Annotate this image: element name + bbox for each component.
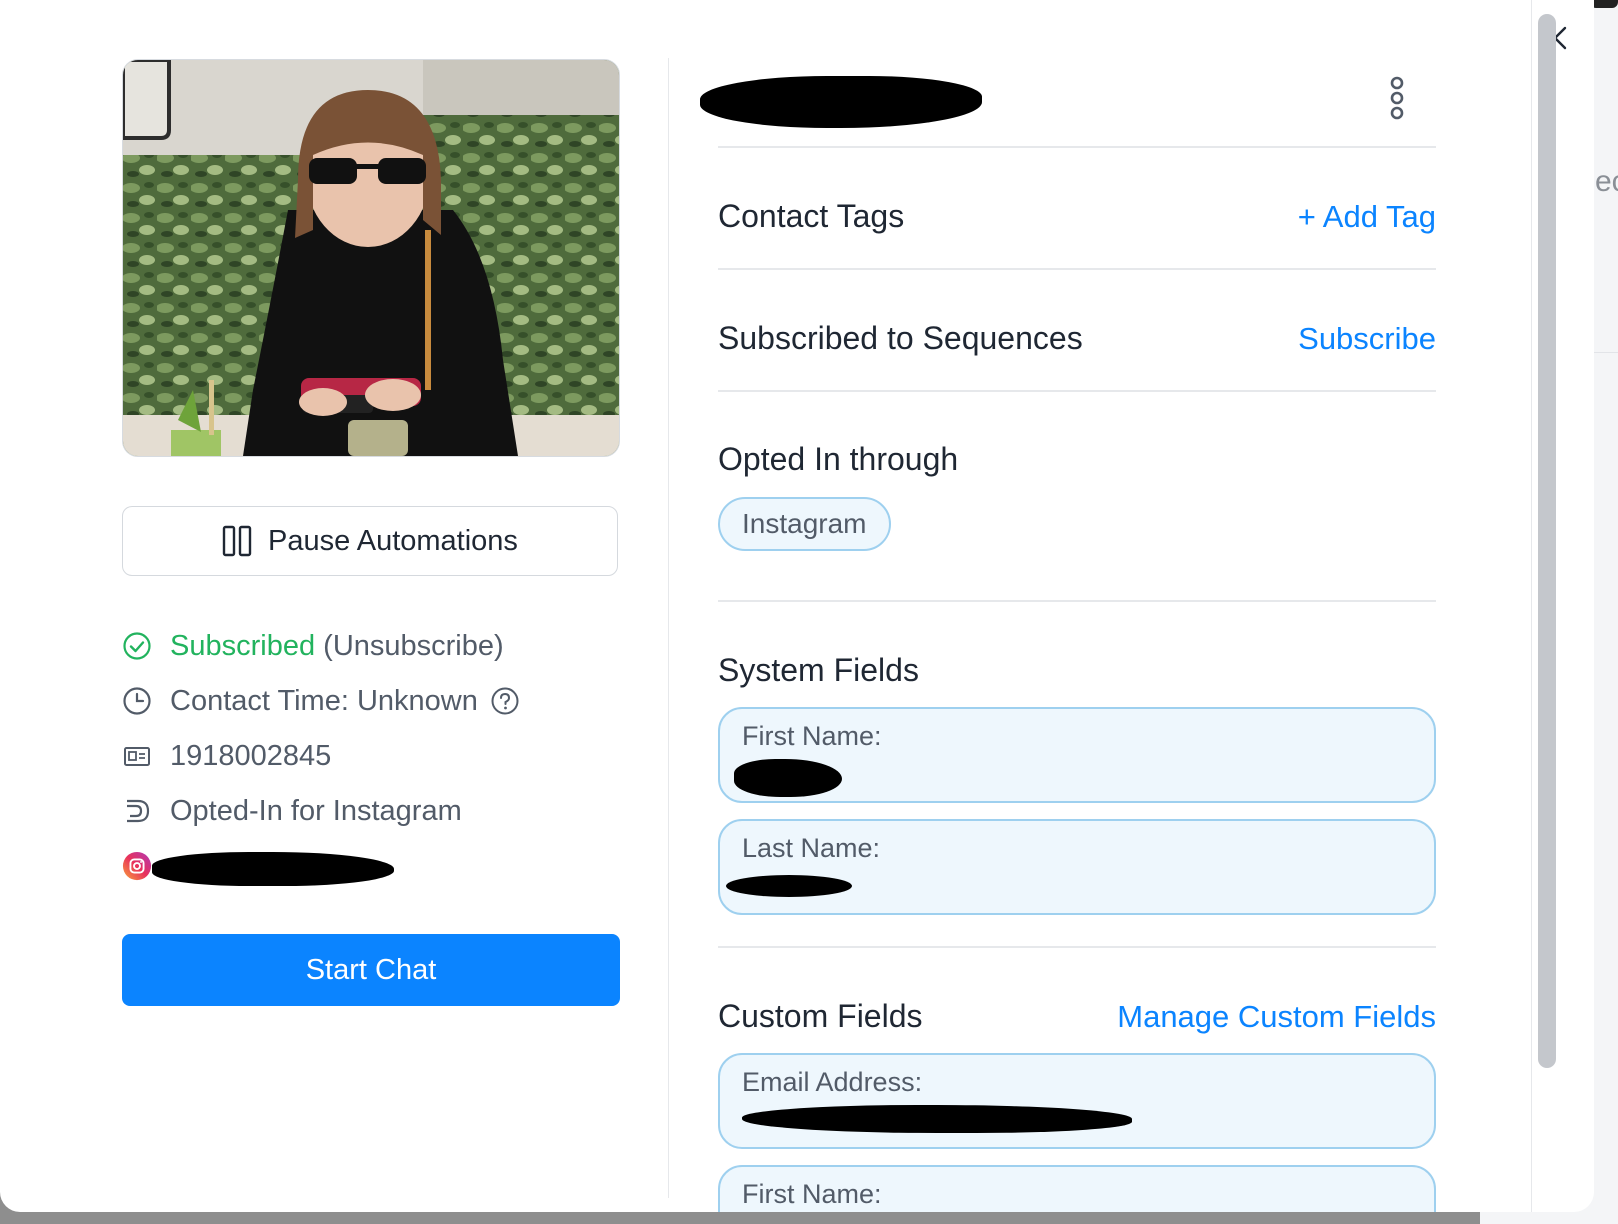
redaction-mark <box>742 1105 1132 1133</box>
field-label: First Name: <box>742 721 882 751</box>
opt-in-icon <box>122 796 152 826</box>
sequences-title: Subscribed to Sequences <box>718 320 1083 356</box>
field-label: Email Address: <box>742 1067 923 1097</box>
divider <box>718 146 1436 148</box>
profile-photo <box>122 59 620 457</box>
contact-time-label: Contact Time: Unknown <box>170 684 478 717</box>
help-icon[interactable] <box>490 686 520 716</box>
contact-time-row: Contact Time: Unknown <box>122 681 520 721</box>
id-card-icon <box>122 741 152 771</box>
system-last-name-field[interactable]: Last Name: <box>718 819 1436 915</box>
field-label: First Name: <box>742 1179 882 1209</box>
divider <box>718 600 1436 602</box>
clock-icon <box>122 686 152 716</box>
custom-fields-title: Custom Fields <box>718 998 923 1034</box>
instagram-icon <box>122 851 152 881</box>
background-text: ec <box>1595 165 1618 198</box>
contact-tags-title: Contact Tags <box>718 198 905 234</box>
divider <box>718 946 1436 948</box>
column-divider <box>668 58 669 1198</box>
subscribe-link[interactable]: Subscribe <box>1236 321 1436 357</box>
start-chat-label: Start Chat <box>305 953 437 986</box>
field-label: Last Name: <box>742 833 881 863</box>
divider <box>718 268 1436 270</box>
check-circle-icon <box>122 631 152 661</box>
subscription-status-row: Subscribed (Unsubscribe) <box>122 626 504 666</box>
scrollbar-thumb[interactable] <box>1538 14 1556 1068</box>
background-element <box>1590 0 1618 8</box>
pause-icon <box>222 525 252 557</box>
system-fields-title: System Fields <box>718 652 919 688</box>
contact-name-redacted <box>700 76 982 128</box>
custom-first-name-field[interactable]: First Name: <box>718 1165 1436 1212</box>
contact-id: 1918002845 <box>170 739 332 772</box>
pause-automations-label: Pause Automations <box>268 524 518 557</box>
redaction-mark <box>734 759 842 797</box>
custom-email-address-field[interactable]: Email Address: <box>718 1053 1436 1149</box>
unsubscribe-link[interactable]: (Unsubscribe) <box>323 630 504 662</box>
opted-in-row: Opted-In for Instagram <box>122 791 462 831</box>
opted-in-label: Opted-In for Instagram <box>170 794 462 827</box>
opted-in-channel-chip: Instagram <box>718 497 891 551</box>
opted-in-title: Opted In through <box>718 441 959 477</box>
subscribed-status: Subscribed <box>170 629 316 662</box>
start-chat-button[interactable]: Start Chat <box>122 934 620 1006</box>
scrollbar-track <box>1531 0 1532 1212</box>
opted-in-channel-label: Instagram <box>742 508 867 539</box>
manage-custom-fields-link[interactable]: Manage Custom Fields <box>1080 999 1436 1035</box>
redaction-mark <box>152 852 394 886</box>
divider <box>718 390 1436 392</box>
pause-automations-button[interactable]: Pause Automations <box>122 506 618 576</box>
more-vertical-icon <box>1390 76 1404 120</box>
contact-profile-modal: Pause Automations Subscribed (Unsubscrib… <box>0 0 1594 1212</box>
redaction-mark <box>726 875 852 897</box>
contact-id-row: 1918002845 <box>122 736 331 776</box>
add-tag-link[interactable]: + Add Tag <box>1236 199 1436 235</box>
system-first-name-field[interactable]: First Name: <box>718 707 1436 803</box>
more-options-button[interactable] <box>1380 76 1414 122</box>
